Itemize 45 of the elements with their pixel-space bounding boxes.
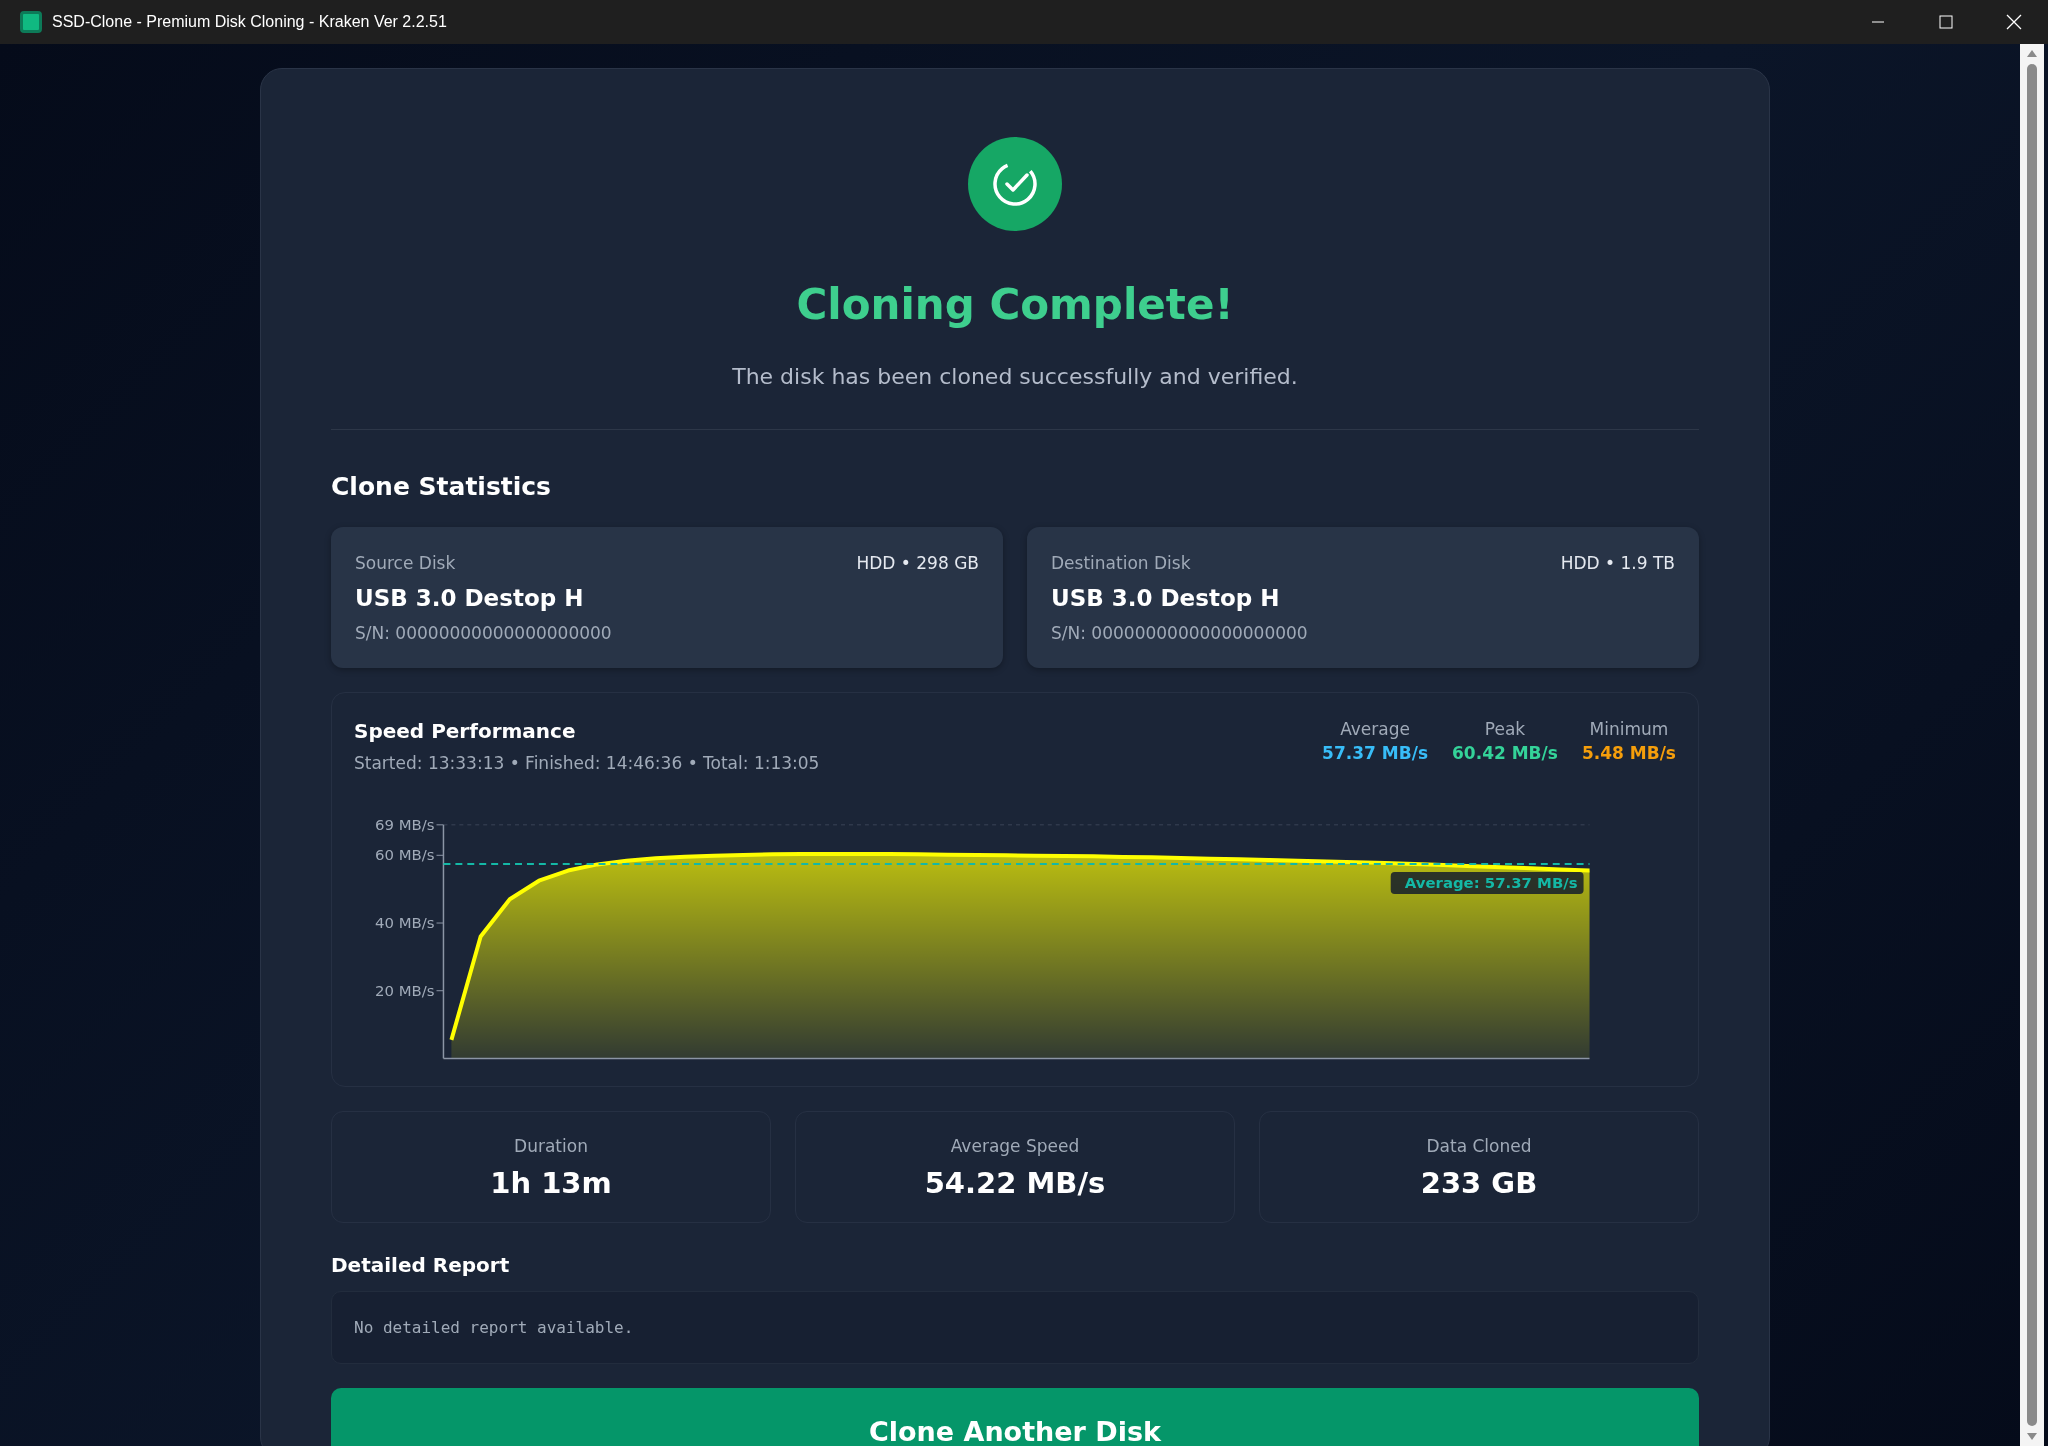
app-icon [20, 11, 42, 33]
panel-title: Speed Performance [354, 719, 577, 743]
stat-label: Average Speed [949, 1136, 1081, 1157]
stat-label: Data Cloned [1425, 1136, 1533, 1157]
stat-value: 54.22 MB/s [923, 1166, 1107, 1201]
disk-serial: S/N: 00000000000000000000 [1051, 623, 1309, 643]
clone-times: Started: 13:33:13 • Finished: 14:46:36 • Total: 1:13:05 [354, 753, 820, 773]
clone-another-button[interactable]: Clone Another Disk [331, 1388, 1699, 1446]
speed-stat-label: Average [1339, 719, 1411, 739]
axis-tick [436, 922, 444, 924]
close-icon [2006, 14, 2022, 30]
scroll-up-icon[interactable] [2026, 48, 2038, 58]
completion-title: Cloning Complete! [795, 280, 1235, 329]
axis-tick [436, 854, 444, 856]
annotation: Average: 57.37 MB/s [1404, 873, 1578, 892]
disk-spec: HDD • 298 GB [856, 553, 979, 573]
scroll-down-icon[interactable] [2026, 1432, 2038, 1442]
stat-value: 1h 13m [489, 1166, 613, 1201]
report-text: No detailed report available. [331, 1291, 1699, 1365]
report-title: Detailed Report [331, 1253, 511, 1278]
average-label: Average: 57.37 MB/s [1390, 872, 1584, 894]
disk-serial: S/N: 00000000000000000000 [355, 623, 613, 643]
section-title: Clone Statistics [331, 472, 552, 501]
speed-stat-value: 5.48 MB/s [1581, 743, 1676, 763]
axis-tick-label: 40 MB/s [375, 914, 435, 932]
axis-tick-label: 20 MB/s [375, 981, 435, 1000]
speed-stat-value: 57.37 MB/s [1322, 743, 1428, 763]
disk-name: USB 3.0 Destop H [355, 585, 585, 611]
window-title: SSD-Clone - Premium Disk Cloning - Kraken Ver 2.2.51 [52, 13, 448, 31]
speed-stat-label: Minimum [1588, 719, 1670, 739]
axis-tick [436, 824, 444, 826]
disk-spec: HDD • 1.9 TB [1560, 553, 1675, 573]
completion-subtitle: The disk has been cloned successfully and verified. [731, 364, 1299, 389]
speed-stat-label: Peak [1483, 719, 1527, 739]
disk-name: USB 3.0 Destop H [1051, 585, 1281, 611]
stat-label: Duration [513, 1136, 589, 1157]
maximize-icon [1939, 15, 1953, 29]
scrollbar[interactable] [2020, 44, 2044, 1446]
axis-tick [436, 990, 444, 992]
stat-value: 233 GB [1419, 1166, 1539, 1201]
axis-tick-label: 60 MB/s [375, 846, 435, 865]
speed-stat-value: 60.42 MB/s [1452, 743, 1558, 763]
axis-tick-label: 69 MB/s [375, 815, 435, 834]
disk-role: Source Disk [355, 553, 456, 573]
disk-role: Destination Disk [1051, 553, 1191, 573]
